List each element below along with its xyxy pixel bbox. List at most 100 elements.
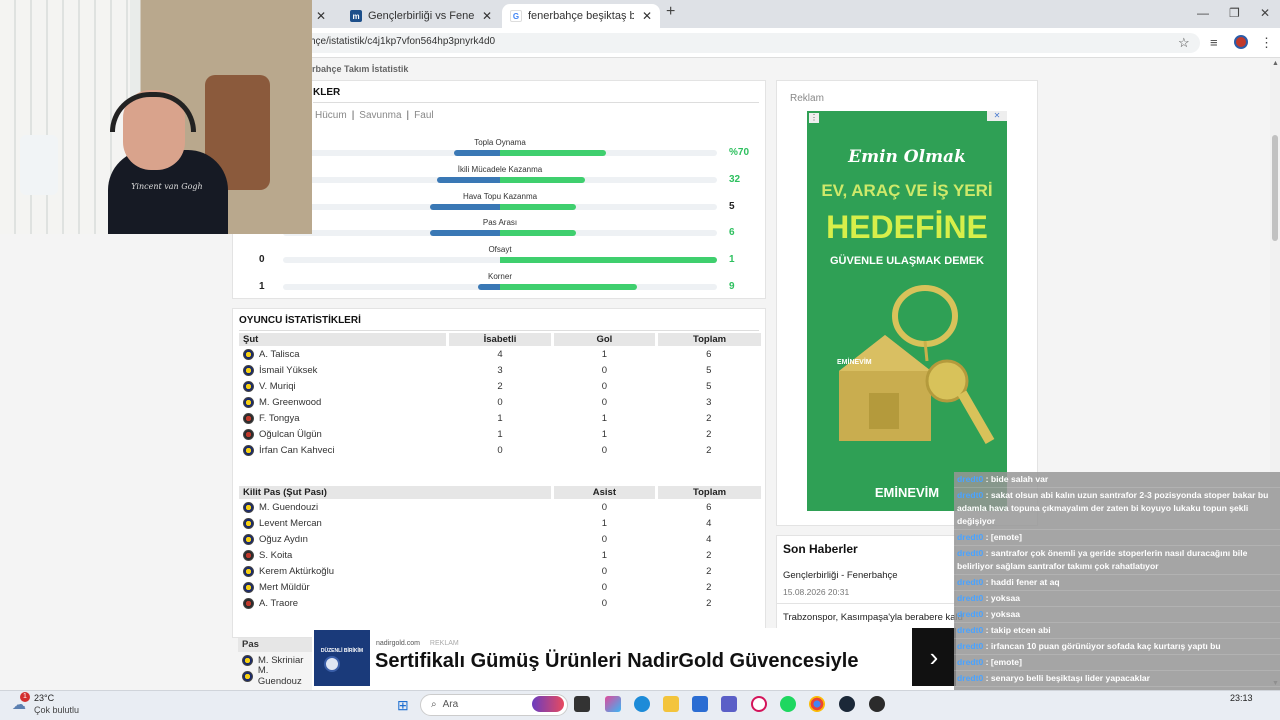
col-header[interactable]: Gol [552,333,659,346]
teams-icon[interactable] [721,696,737,712]
player-name[interactable]: M. Greenwood [243,396,444,408]
col-header[interactable]: Kilit Pas (Şut Pası) [239,486,554,499]
player-cell[interactable]: A. Talisca [239,346,448,362]
player-name-text[interactable]: M. Greenwood [259,397,321,408]
close-tab-icon[interactable]: ✕ [642,9,652,23]
player-name[interactable]: Mert Müldür [243,581,548,593]
player-cell[interactable]: S. Koita [239,547,552,563]
chevron-right-icon[interactable]: › [912,628,956,686]
chat-username[interactable]: dredt0 [957,532,983,542]
col-header[interactable]: İsabetli [447,333,554,346]
player-name-text[interactable]: M. Guendouz [258,665,314,687]
edge-icon[interactable] [634,696,650,712]
new-tab-icon[interactable]: + [666,3,675,21]
ad-info-icon[interactable]: ⋮ [809,113,819,123]
filter-savunma[interactable]: Savunma [359,110,401,121]
player-name-text[interactable]: F. Tongya [259,413,300,424]
scrollbar-thumb[interactable] [1272,135,1278,241]
chat-username[interactable]: dredt0 [957,625,983,635]
player-cell[interactable]: F. Tongya [239,410,448,426]
player-name[interactable]: Levent Mercan [243,517,548,529]
player-cell[interactable]: İrfan Can Kahveci [239,442,448,458]
chat-username[interactable]: dredt0 [957,474,983,484]
chat-username[interactable]: dredt0 [957,609,983,619]
profile-avatar[interactable] [1234,35,1248,49]
player-cell[interactable]: İsmail Yüksek [239,362,448,378]
col-header[interactable]: Toplam [656,333,761,346]
player-name[interactable]: V. Muriqi [243,380,444,392]
player-name[interactable]: İsmail Yüksek [243,364,444,376]
player-name[interactable]: Oğuz Aydın [243,533,548,545]
player-cell[interactable]: Oğulcan Ülgün [239,426,448,442]
player-name[interactable]: Oğulcan Ülgün [243,428,444,440]
player-name[interactable]: Kerem Aktürkoğlu [243,565,548,577]
player-cell[interactable]: V. Muriqi [239,378,448,394]
tab-match[interactable]: m Gençlerbirliği vs Fenerbahçe, Tak ✕ [342,4,500,28]
chat-username[interactable]: dredt0 [957,593,983,603]
spotify-icon[interactable] [780,696,796,712]
bookmark-star-icon[interactable]: ☆ [1178,35,1190,51]
chat-username[interactable]: dredt0 [957,673,983,683]
media-control-icon[interactable]: ≡ [1210,35,1218,50]
steam-icon[interactable] [839,696,855,712]
chat-username[interactable]: dredt0 [957,657,983,667]
player-name-text[interactable]: İsmail Yüksek [259,365,317,376]
news-item[interactable]: Trabzonspor, Kasımpaşa'yla berabere kald [783,612,963,623]
player-name-text[interactable]: V. Muriqi [259,381,296,392]
filter-hucum[interactable]: Hücum [315,110,347,121]
player-cell[interactable]: Levent Mercan [239,515,552,531]
player-cell[interactable]: Kerem Aktürkoğlu [239,563,552,579]
chat-username[interactable]: dredt0 [957,577,983,587]
scroll-up-icon[interactable]: ▲ [1272,60,1279,67]
player-name[interactable]: M. Guendouzi [243,501,548,513]
menu-dots-icon[interactable]: ⋮ [1260,35,1273,51]
player-name-text[interactable]: Oğulcan Ülgün [259,429,322,440]
player-name[interactable]: A. Traore [243,597,548,609]
copilot-icon[interactable] [605,696,621,712]
clock[interactable]: 23:13 [1230,693,1253,703]
filter-faul[interactable]: Faul [414,110,433,121]
close-tab-icon[interactable]: ✕ [316,9,326,23]
chat-username[interactable]: dredt0 [957,548,983,558]
outlook-icon[interactable] [692,696,708,712]
player-name-text[interactable]: Oğuz Aydın [259,534,308,545]
minimize-icon[interactable]: — [1197,6,1209,20]
task-view-icon[interactable] [574,696,590,712]
chrome-icon[interactable] [809,696,825,712]
chat-username[interactable]: dredt0 [957,490,983,500]
app-icon[interactable] [869,696,885,712]
ad-banner[interactable]: ⋮ ✕ Emin Olmak EV, ARAÇ VE İŞ YERİ HEDEF… [807,111,1007,511]
player-cell[interactable]: Mert Müldür [239,579,552,595]
player-name[interactable]: İrfan Can Kahveci [243,444,444,456]
close-window-icon[interactable]: ✕ [1260,6,1270,20]
chat-username[interactable]: dredt0 [957,641,983,651]
player-name[interactable]: S. Koita [243,549,548,561]
player-name[interactable]: F. Tongya [243,412,444,424]
bottom-ad-banner[interactable]: DÜZENLİ BİRİKİM nadirgold.com REKLAM Ser… [312,628,956,690]
player-cell[interactable]: A. Traore [239,595,552,611]
col-header[interactable]: Şut [239,333,450,346]
weather-temp[interactable]: 23°C [34,693,54,703]
pass-header[interactable]: Pas [238,638,314,652]
player-name[interactable]: A. Talisca [243,348,444,360]
tab-google[interactable]: G fenerbahçe beşiktaş bilet fiyatla ✕ [502,4,660,28]
player-name-text[interactable]: S. Koita [259,550,292,561]
windows-start-icon[interactable]: ⊞ [397,697,409,714]
restore-icon[interactable]: ❐ [1229,6,1240,20]
player-name-text[interactable]: M. Guendouzi [259,502,318,513]
player-name-text[interactable]: Levent Mercan [259,518,322,529]
opera-icon[interactable] [751,696,767,712]
news-item[interactable]: Gençlerbirliği - Fenerbahçe [783,570,898,581]
file-explorer-icon[interactable] [663,696,679,712]
url-field[interactable]: hçe/istatistik/c4j1kp7vfon564hp3pnyrk4d0 [290,33,1200,53]
player-name-text[interactable]: A. Talisca [259,349,299,360]
player-cell[interactable]: M. Greenwood [239,394,448,410]
ad-close-icon[interactable]: ✕ [987,111,1007,121]
widget-icon[interactable] [532,696,564,712]
player-cell[interactable]: M. Guendouzi [239,499,552,515]
player-name-text[interactable]: M. Skriniar [258,655,303,666]
col-header[interactable]: Asist [552,486,659,499]
col-header[interactable]: Toplam [656,486,761,499]
player-name-text[interactable]: Kerem Aktürkoğlu [259,566,334,577]
weather-desc[interactable]: Çok bulutlu [34,705,79,715]
